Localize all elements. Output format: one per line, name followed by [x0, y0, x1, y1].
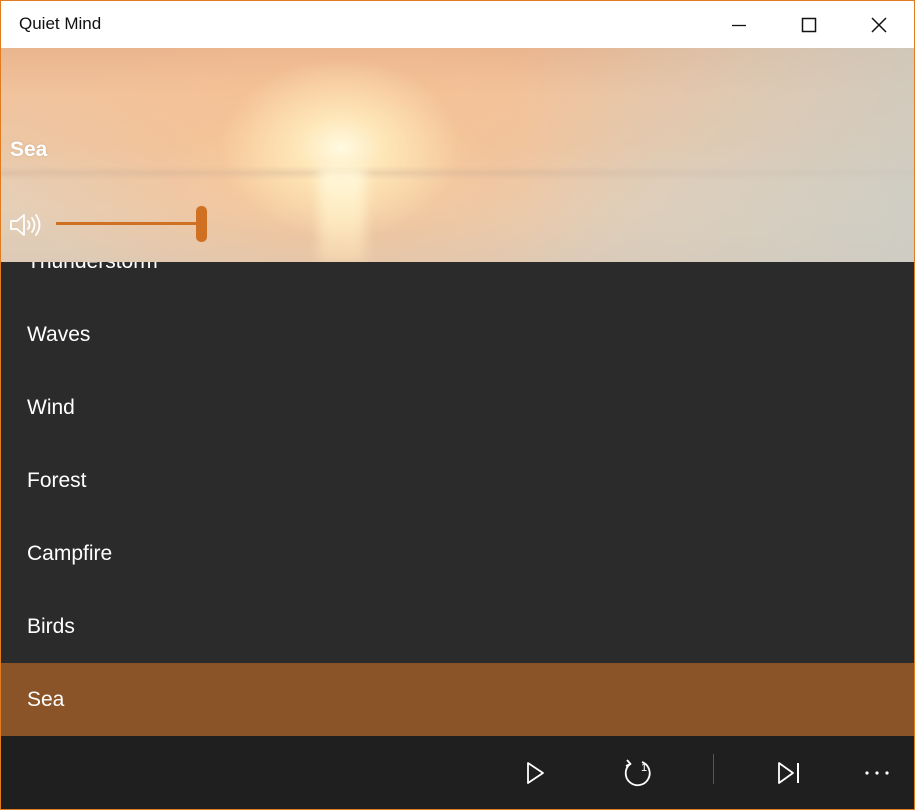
list-item-label: Thunderstorm: [27, 262, 158, 274]
app-title: Quiet Mind: [19, 14, 102, 33]
maximize-button[interactable]: [786, 1, 832, 48]
sun-reflection: [319, 168, 365, 262]
play-icon: [527, 762, 544, 784]
more-icon: [865, 771, 889, 775]
more-button[interactable]: [855, 751, 899, 795]
now-playing-header: Sea: [1, 48, 914, 262]
repeat-one-button[interactable]: 1: [615, 751, 659, 795]
list-item-label: Campfire: [27, 541, 113, 565]
repeat-badge: 1: [641, 762, 647, 774]
close-button[interactable]: [856, 1, 902, 48]
list-item-label: Waves: [27, 322, 91, 346]
list-item-thunderstorm[interactable]: Thunderstorm: [1, 262, 914, 298]
sky-haze: [521, 48, 914, 262]
sound-list: Thunderstorm Waves Wind Forest Campfire …: [1, 262, 914, 736]
speaker-volume-icon: [10, 214, 41, 236]
close-icon: [871, 16, 887, 33]
skip-next-icon: [778, 762, 799, 784]
app-window: Quiet Mind Sea Thunderstorm: [0, 0, 915, 810]
list-item-birds[interactable]: Birds: [1, 590, 914, 663]
now-playing-title: Sea: [10, 138, 48, 161]
volume-slider-thumb[interactable]: [196, 206, 207, 242]
minimize-icon: [732, 24, 746, 26]
volume-button[interactable]: [9, 211, 43, 239]
list-item-sea[interactable]: Sea: [1, 663, 914, 736]
minimize-button[interactable]: [716, 1, 762, 48]
title-bar[interactable]: Quiet Mind: [1, 1, 914, 48]
maximize-icon: [801, 17, 817, 32]
play-button[interactable]: [513, 751, 557, 795]
command-bar: 1: [1, 736, 914, 809]
list-item-waves[interactable]: Waves: [1, 298, 914, 371]
volume-slider-track[interactable]: [56, 222, 203, 225]
list-item-label: Birds: [27, 614, 75, 638]
list-item-campfire[interactable]: Campfire: [1, 517, 914, 590]
list-item-label: Forest: [27, 468, 87, 492]
command-separator: [713, 754, 714, 784]
list-item-wind[interactable]: Wind: [1, 371, 914, 444]
list-item-label: Wind: [27, 395, 75, 419]
skip-next-button[interactable]: [767, 751, 811, 795]
list-item-forest[interactable]: Forest: [1, 444, 914, 517]
list-item-label: Sea: [27, 687, 65, 711]
repeat-one-icon: 1: [624, 759, 651, 787]
